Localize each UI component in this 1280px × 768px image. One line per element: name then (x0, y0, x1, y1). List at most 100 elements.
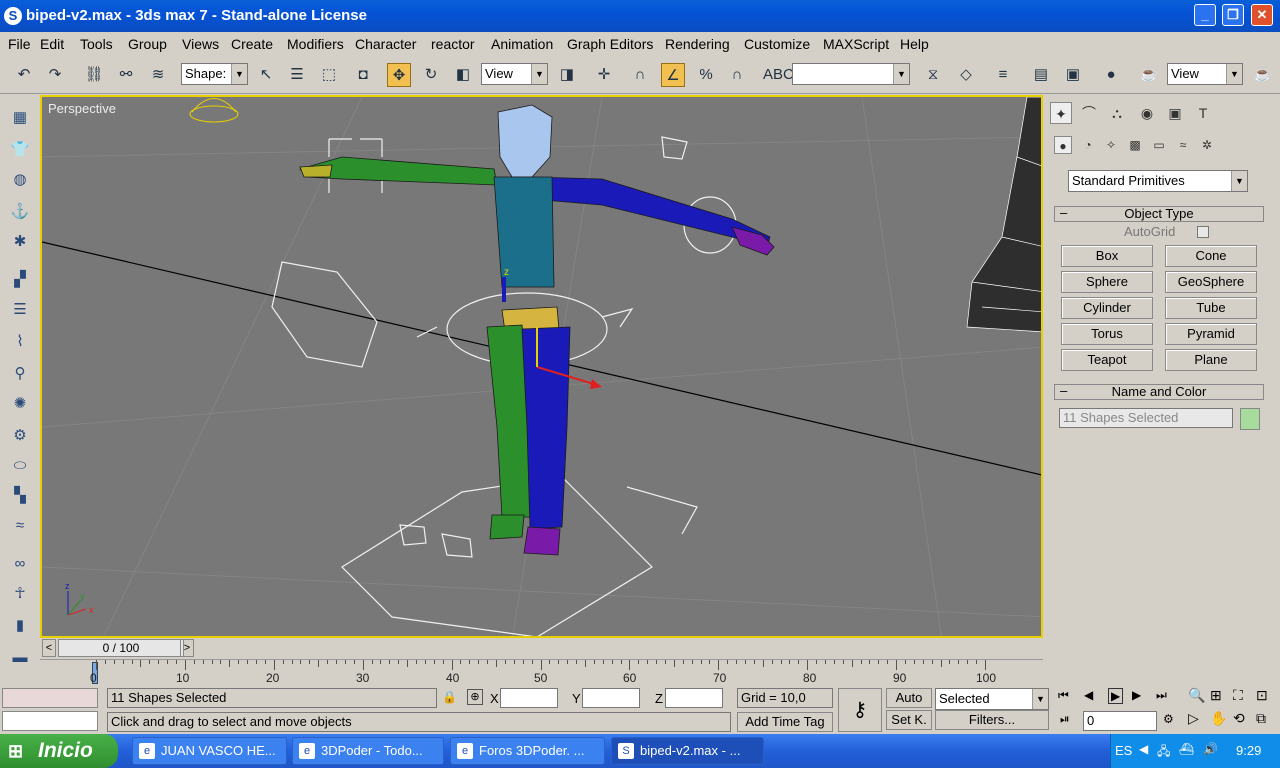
deforming-mesh-icon[interactable]: ✱ (8, 230, 32, 254)
maxscript-input-mini[interactable] (2, 711, 98, 731)
zoom-icon[interactable]: 🔍 (1188, 687, 1205, 704)
set-key-icon[interactable]: ⚷ (838, 688, 882, 732)
auto-key-button[interactable]: Auto (886, 688, 932, 708)
app-icon[interactable]: S (4, 7, 22, 25)
maximize-viewport-icon[interactable]: ⧉ (1256, 710, 1266, 727)
start-button[interactable]: ⊞ Inicio (0, 734, 118, 768)
manipulate-icon[interactable]: ✛ (592, 63, 616, 87)
pan-icon[interactable]: ✋ (1210, 710, 1227, 727)
constraint-solver-icon[interactable]: ≈ (8, 514, 32, 538)
add-time-tag-button[interactable]: Add Time Tag (737, 712, 833, 732)
menu-create[interactable]: Create (231, 36, 273, 52)
taskbar-item[interactable]: e 3DPoder - Todo... (292, 737, 444, 765)
render-view-dropdown[interactable]: View ▼ (1167, 63, 1243, 85)
zoom-extents-all-icon[interactable]: ⊡ (1256, 687, 1268, 704)
previous-frame-icon[interactable]: ◀ (1084, 688, 1093, 702)
menu-customize[interactable]: Customize (744, 36, 810, 52)
select-by-name-icon[interactable]: ☰ (285, 63, 309, 87)
spinner-snap-icon[interactable]: ∩ (725, 63, 749, 87)
absolute-mode-icon[interactable]: ⊕ (467, 689, 483, 705)
sphere-button[interactable]: Sphere (1061, 271, 1153, 293)
menu-reactor[interactable]: reactor (431, 36, 475, 52)
preview-animation-icon[interactable]: ▬ (8, 646, 32, 670)
geosphere-button[interactable]: GeoSphere (1165, 271, 1257, 293)
y-coordinate-field[interactable] (582, 688, 640, 708)
menu-tools[interactable]: Tools (80, 36, 113, 52)
name-and-color-rollout[interactable]: – Name and Color (1054, 384, 1264, 400)
current-frame-field[interactable]: 0 (1083, 711, 1157, 731)
pyramid-button[interactable]: Pyramid (1165, 323, 1257, 345)
render-scene-icon[interactable]: ☕ (1137, 63, 1161, 87)
hierarchy-tab-icon[interactable]: ⛬ (1106, 102, 1128, 124)
play-icon[interactable]: ▶ (1108, 688, 1124, 704)
clock[interactable]: 9:29 (1236, 743, 1261, 758)
edit-named-selection-icon[interactable]: ABC (763, 63, 794, 87)
time-slider[interactable]: < 0 / 100 > (40, 639, 1043, 657)
soft-body-icon[interactable]: ◍ (8, 168, 32, 192)
menu-rendering[interactable]: Rendering (665, 36, 730, 52)
fracture-icon[interactable]: ⬭ (8, 454, 32, 478)
schematic-view-icon[interactable]: ▣ (1061, 63, 1085, 87)
spring-icon[interactable]: ☰ (8, 298, 32, 322)
tower-mesh[interactable] (966, 97, 1043, 333)
track-bar[interactable]: 0 10 20 30 40 50 60 70 80 90 100 (40, 659, 1043, 685)
biped-left-hand[interactable] (299, 164, 333, 178)
snap-3d-icon[interactable]: ∩ (628, 63, 652, 87)
time-slider-prev[interactable]: < (42, 639, 56, 657)
menu-maxscript[interactable]: MAXScript (823, 36, 889, 52)
select-and-move-icon[interactable]: ✥ (387, 63, 411, 87)
lock-icon[interactable]: 🔒 (442, 690, 457, 704)
taskbar-item[interactable]: e Foros 3DPoder. ... (450, 737, 605, 765)
cloth-collection-icon[interactable]: 👕 (8, 138, 32, 162)
x-coordinate-field[interactable] (500, 688, 558, 708)
menu-file[interactable]: File (8, 36, 31, 52)
helpers-icon[interactable]: ▭ (1150, 136, 1168, 154)
z-coordinate-field[interactable] (665, 688, 723, 708)
lights-icon[interactable]: ✧ (1102, 136, 1120, 154)
wind-icon[interactable]: ✺ (8, 392, 32, 416)
key-selection-dropdown[interactable]: Selected ▼ (935, 688, 1049, 710)
biped-head[interactable] (497, 104, 553, 178)
biped-right-leg[interactable] (521, 326, 571, 530)
undo-icon[interactable]: ↶ (12, 63, 36, 87)
mirror-icon[interactable]: ⧖ (921, 63, 945, 87)
volume-icon[interactable]: 🔊 (1203, 742, 1218, 756)
modify-tab-icon[interactable]: ⌒ (1078, 102, 1100, 124)
biped-right-foot[interactable] (523, 526, 561, 556)
toy-car-icon[interactable]: ⚙ (8, 424, 32, 448)
utilities-tab-icon[interactable]: T (1192, 102, 1214, 124)
go-to-start-icon[interactable]: ⏮ (1058, 688, 1069, 703)
select-object-icon[interactable]: ↖ (254, 63, 278, 87)
network-icon[interactable]: 🖧 (1157, 742, 1170, 763)
rectangular-selection-icon[interactable]: ⬚ (317, 63, 341, 87)
language-indicator[interactable]: ES (1115, 743, 1132, 758)
go-to-end-icon[interactable]: ⏭ (1156, 688, 1167, 703)
ragdoll-icon[interactable]: ∞ (8, 552, 32, 576)
hinge-icon[interactable]: ☥ (8, 582, 32, 606)
geometry-icon[interactable]: ● (1054, 136, 1072, 154)
device-icon[interactable]: ⛴ (1179, 742, 1194, 756)
torus-button[interactable]: Torus (1061, 323, 1153, 345)
maximize-button[interactable]: ❐ (1222, 4, 1244, 26)
percent-snap-icon[interactable]: % (694, 63, 718, 87)
key-filters-button[interactable]: Filters... (935, 710, 1049, 730)
menu-help[interactable]: Help (900, 36, 929, 52)
create-tab-icon[interactable]: ✦ (1050, 102, 1072, 124)
menu-group[interactable]: Group (128, 36, 167, 52)
biped-left-foot[interactable] (489, 514, 525, 540)
menu-animation[interactable]: Animation (491, 36, 553, 52)
field-of-view-icon[interactable]: ▷ (1188, 710, 1199, 727)
set-key-button[interactable]: Set K. (886, 710, 932, 730)
close-button[interactable]: ✕ (1251, 4, 1273, 26)
pivot-center-icon[interactable]: ◨ (555, 63, 579, 87)
menu-edit[interactable]: Edit (40, 36, 64, 52)
cone-button[interactable]: Cone (1165, 245, 1257, 267)
plane-icon[interactable]: ▞ (8, 268, 32, 292)
quick-render-icon[interactable]: ☕ (1251, 63, 1275, 87)
plane-button[interactable]: Plane (1165, 349, 1257, 371)
next-frame-icon[interactable]: ▶ (1132, 688, 1141, 702)
box-button[interactable]: Box (1061, 245, 1153, 267)
light-gizmo[interactable] (189, 98, 239, 123)
teapot-button[interactable]: Teapot (1061, 349, 1153, 371)
taskbar-item[interactable]: e JUAN VASCO HE... (132, 737, 287, 765)
